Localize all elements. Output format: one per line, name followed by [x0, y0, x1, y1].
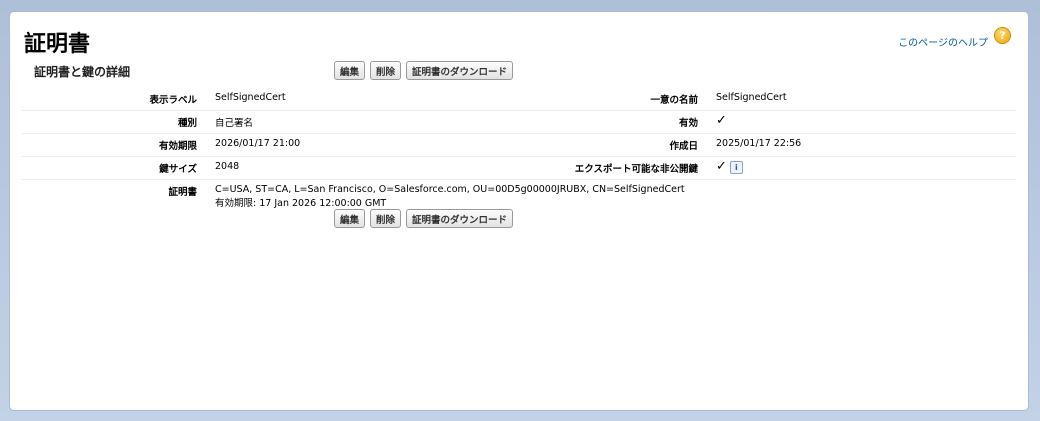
type-value: 自己署名	[205, 110, 538, 134]
delete-button[interactable]: 削除	[370, 61, 402, 80]
download-certificate-button[interactable]: 証明書のダウンロード	[406, 61, 514, 80]
certificate-expiry: 有効期限: 17 Jan 2026 12:00:00 GMT	[215, 198, 387, 209]
expiration-value: 2026/01/17 21:00	[205, 133, 538, 157]
page-title: 証明書	[24, 32, 91, 57]
key-size-value: 2048	[205, 156, 538, 180]
help-icon[interactable]: ?	[995, 28, 1010, 43]
exportable-key-label: エクスポート可能な非公開鍵	[538, 156, 706, 180]
key-size-label: 鍵サイズ	[22, 156, 205, 180]
exportable-check-icon: ✓	[716, 159, 727, 174]
edit-button[interactable]: 編集	[334, 61, 366, 80]
unique-name-value: SelfSignedCert	[706, 88, 1016, 111]
certificate-subject: C=USA, ST=CA, L=San Francisco, O=Salesfo…	[215, 184, 685, 195]
expiration-label: 有効期限	[22, 133, 205, 157]
active-label: 有効	[538, 110, 706, 134]
active-check-icon: ✓	[716, 113, 727, 128]
detail-row: 証明書 C=USA, ST=CA, L=San Francisco, O=Sal…	[22, 180, 1016, 214]
label-field-label: 表示ラベル	[22, 88, 205, 111]
detail-row: 鍵サイズ 2048 エクスポート可能な非公開鍵 ✓ i	[22, 156, 1016, 180]
detail-row: 有効期限 2026/01/17 21:00 作成日 2025/01/17 22:…	[22, 133, 1016, 157]
detail-table: 表示ラベル SelfSignedCert 一意の名前 SelfSignedCer…	[22, 88, 1016, 213]
download-certificate-button[interactable]: 証明書のダウンロード	[406, 209, 514, 228]
created-label: 作成日	[538, 133, 706, 157]
info-icon[interactable]: i	[729, 161, 743, 174]
help-link[interactable]: このページのヘルプ	[898, 34, 988, 49]
type-label: 種別	[22, 110, 205, 134]
main-panel: 証明書 このページのヘルプ ? 証明書と鍵の詳細 編集 削除 証明書のダウンロー…	[10, 12, 1028, 410]
section-title: 証明書と鍵の詳細	[34, 65, 131, 79]
unique-name-label: 一意の名前	[538, 88, 706, 111]
bottom-button-row: 編集 削除 証明書のダウンロード	[334, 209, 514, 228]
certificate-label: 証明書	[168, 187, 197, 198]
label-field-value: SelfSignedCert	[205, 88, 538, 111]
edit-button[interactable]: 編集	[334, 209, 366, 228]
created-value: 2025/01/17 22:56	[706, 133, 1016, 157]
detail-row: 種別 自己署名 有効 ✓	[22, 110, 1016, 134]
detail-row: 表示ラベル SelfSignedCert 一意の名前 SelfSignedCer…	[22, 88, 1016, 111]
top-button-row: 編集 削除 証明書のダウンロード	[334, 61, 514, 80]
delete-button[interactable]: 削除	[370, 209, 402, 228]
